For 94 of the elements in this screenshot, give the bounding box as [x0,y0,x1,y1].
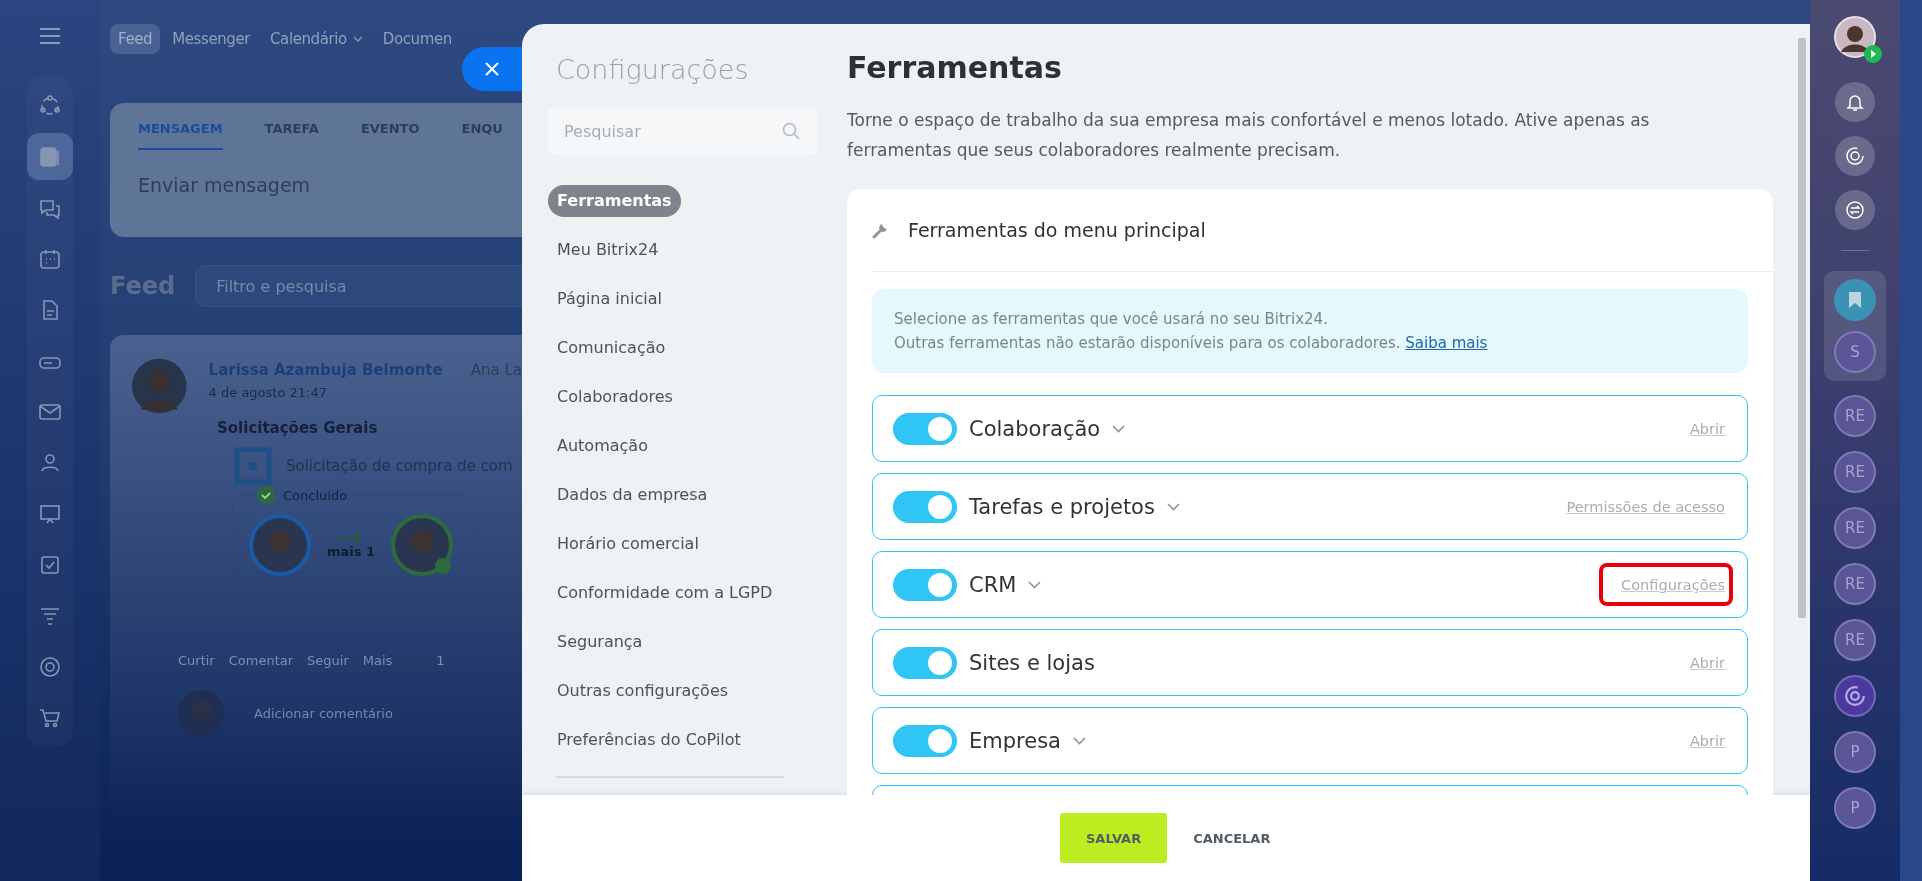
comment-field[interactable]: Adicionar comentário [254,705,393,721]
tool-link[interactable]: Abrir [1689,655,1725,671]
toggle-switch[interactable] [893,646,957,679]
settings-menu-item[interactable]: Página inicial [548,283,671,315]
more-approvers: mais 1 [327,543,376,559]
save-button[interactable]: SALVAR [1060,813,1168,863]
settings-menu-item[interactable]: Preferências do CoPilot [548,724,750,756]
settings-menu-item[interactable]: Conformidade com a LGPD [548,577,782,609]
notifications-button[interactable] [1835,82,1875,122]
chat-circle-icon[interactable] [38,93,62,118]
chevron-down-icon[interactable] [1072,736,1086,745]
notice-text: Selecione as ferramentas que você usará no seu Bitrix24. Outras ferramentas não estarão disponíveis para os colaboradores. Saiba mais [894,309,1489,354]
tool-link[interactable]: Configurações [1621,577,1725,593]
chat-avatar[interactable]: RE [1834,563,1876,605]
settings-menu-item[interactable]: Outras configurações [548,675,738,707]
page-description: Torne o espaço de trabalho da sua empresa mais confortável e menos lotado. Ative apenas as ferramentas que seus colaboradores realmente precisam. [847,109,1651,162]
feed-icon[interactable] [38,144,62,169]
page-title: Ferramentas [847,50,1063,85]
tool-name: Colaboração [969,416,1101,441]
settings-menu-item[interactable]: Automação [548,430,657,462]
search-field[interactable]: Pesquisar [548,107,818,155]
play-icon [1864,45,1882,63]
chat-avatar[interactable]: P [1834,787,1876,829]
settings-title: Configurações [555,54,750,85]
post-date: 4 de agosto 21:47 [208,385,328,400]
process-icon [234,447,272,485]
spiral-icon [1844,685,1866,707]
toggle-switch[interactable] [893,724,957,757]
tool-link[interactable]: Permissões de acesso [1566,499,1725,515]
nav-tab-active[interactable]: Feed [110,24,161,54]
chevron-down-icon[interactable] [1166,502,1180,511]
target-icon[interactable] [38,654,62,679]
copilot-button[interactable] [1835,136,1875,176]
wrench-icon [872,221,890,239]
post-action-link[interactable]: Comentar [228,653,294,668]
nav-tab[interactable]: Documen [374,24,460,54]
composer-tab[interactable]: EVENTO [360,121,420,150]
toggle-switch[interactable] [893,490,957,523]
chat-avatar[interactable]: RE [1834,395,1876,437]
card-title: Ferramentas do menu principal [908,219,1206,241]
post-action-link[interactable]: Curtir [178,653,215,668]
chevron-down-icon[interactable] [1112,424,1126,433]
tool-name: CRM [969,572,1017,597]
scrollbar[interactable] [1798,38,1806,618]
post-action-link[interactable]: Seguir [307,653,349,668]
search-icon [782,122,800,140]
status-label: Concluído [283,487,348,503]
chat-avatar[interactable]: RE [1834,451,1876,493]
bell-icon [1845,92,1865,112]
toggle-switch[interactable] [893,412,957,445]
post-title: Solicitações Gerais [217,419,379,437]
message-field[interactable]: Enviar mensagem [138,174,522,196]
post-action-link[interactable]: Mais [362,653,393,668]
composer-tab[interactable]: ENQU [461,121,503,150]
filter-field[interactable]: Filtro e pesquisa [195,265,522,307]
chat-avatar[interactable]: RE [1834,619,1876,661]
settings-menu-item[interactable]: Horário comercial [548,528,708,560]
bookmark-chat[interactable] [1834,279,1876,321]
avatar [391,514,454,576]
settings-menu-item[interactable]: Comunicação [548,332,675,364]
settings-menu-item[interactable]: Meu Bitrix24 [548,234,668,266]
copilot-chat[interactable] [1834,675,1876,717]
settings-menu-item[interactable]: Segurança [548,626,652,658]
tool-name: Tarefas e projetos [969,494,1155,519]
close-button[interactable] [462,47,522,91]
composer-tab[interactable]: TAREFA [264,121,319,150]
settings-menu-item[interactable]: Colaboradores [548,381,682,413]
composer-tab[interactable]: MENSAGEM [138,121,223,150]
arrow-right-icon [339,531,364,544]
view-count: 1 [436,653,445,668]
menu-icon[interactable] [39,28,61,44]
settings-menu-item[interactable]: Dados da empresa [548,479,717,511]
nav-tab[interactable]: Messenger [164,24,259,54]
chat-switch-button[interactable] [1835,190,1875,230]
cancel-button[interactable]: CANCELAR [1187,829,1277,847]
avatar [178,690,224,736]
tool-link[interactable]: Abrir [1689,733,1725,749]
close-icon [485,62,499,76]
settings-menu-item[interactable]: Ferramentas [548,185,681,217]
check-circle-icon [257,486,275,504]
learn-more-link[interactable]: Saiba mais [1405,334,1488,352]
spiral-icon [1845,146,1865,166]
chat-avatar[interactable]: P [1834,731,1876,773]
toggle-switch[interactable] [893,568,957,601]
nav-tab[interactable]: Calendário [262,24,371,54]
avatar [249,514,311,576]
tool-name: Sites e lojas [969,650,1095,675]
chat-arrows-icon [1845,200,1865,220]
bookmark-icon [1848,291,1862,309]
tool-name: Empresa [969,728,1061,753]
chat-avatar[interactable]: RE [1834,507,1876,549]
chat-avatar[interactable]: S [1834,331,1876,373]
tool-link[interactable]: Abrir [1689,421,1725,437]
chevron-down-icon[interactable] [1028,580,1042,589]
